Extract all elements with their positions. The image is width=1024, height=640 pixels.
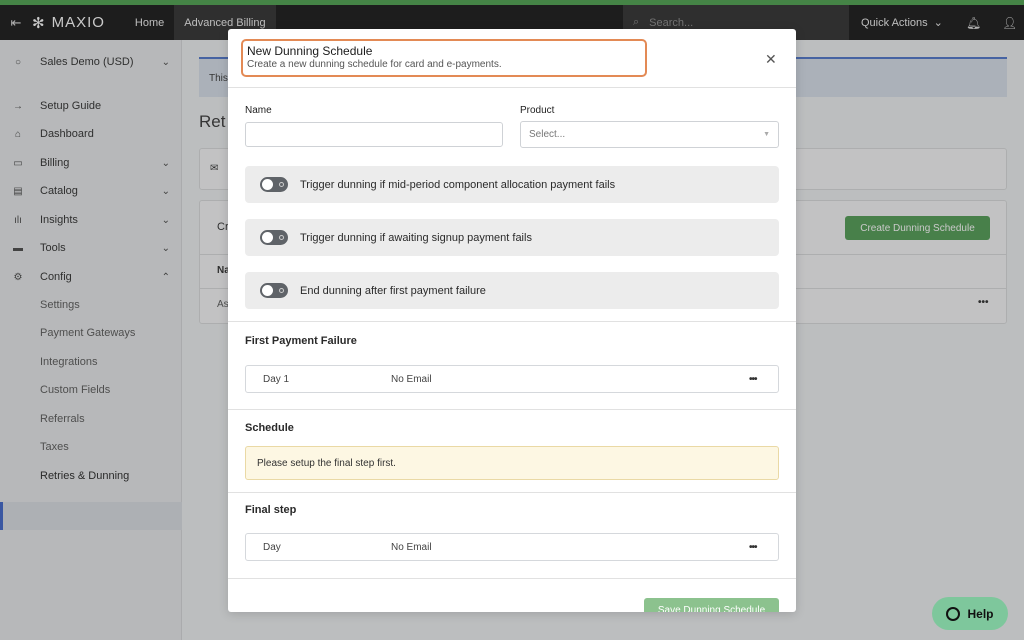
toggle-knob — [262, 285, 273, 296]
modal-title: New Dunning Schedule — [247, 44, 373, 58]
step-email: No Email — [391, 541, 432, 553]
divider — [228, 492, 796, 493]
toggle-off-indicator — [279, 182, 284, 187]
help-button[interactable]: Help — [932, 597, 1008, 630]
divider — [228, 321, 796, 322]
toggle-knob — [262, 179, 273, 190]
divider — [228, 409, 796, 410]
toggle-row-awaiting-signup: Trigger dunning if awaiting signup payme… — [245, 219, 779, 256]
toggle-label: End dunning after first payment failure — [300, 284, 486, 297]
product-select-placeholder: Select... — [529, 129, 566, 140]
schedule-warning: Please setup the final step first. — [245, 446, 779, 480]
new-dunning-schedule-modal: New Dunning Schedule Create a new dunnin… — [228, 29, 796, 612]
chat-bubble-icon — [946, 606, 961, 621]
name-input[interactable] — [245, 122, 503, 147]
schedule-heading: Schedule — [245, 422, 294, 434]
step-day: Day 1 — [263, 373, 290, 385]
save-dunning-schedule-button[interactable]: Save Dunning Schedule — [644, 598, 779, 612]
step-email: No Email — [391, 373, 432, 385]
toggle-switch[interactable] — [260, 230, 288, 245]
close-icon[interactable]: ✕ — [765, 51, 777, 68]
help-label: Help — [967, 606, 994, 621]
toggle-off-indicator — [279, 235, 284, 240]
toggle-off-indicator — [279, 288, 284, 293]
final-step-heading: Final step — [245, 504, 297, 516]
modal-header: New Dunning Schedule Create a new dunnin… — [228, 29, 796, 88]
toggle-row-end-after-first: End dunning after first payment failure — [245, 272, 779, 309]
first-failure-step-row[interactable]: Day 1 No Email ••• — [245, 365, 779, 393]
toggle-label: Trigger dunning if awaiting signup payme… — [300, 231, 532, 244]
final-step-row[interactable]: Day No Email ••• — [245, 533, 779, 561]
modal-subtitle: Create a new dunning schedule for card a… — [247, 59, 502, 70]
toggle-row-mid-period: Trigger dunning if mid-period component … — [245, 166, 779, 203]
product-select[interactable]: Select... ▼ — [520, 121, 779, 148]
divider — [228, 578, 796, 579]
toggle-switch[interactable] — [260, 283, 288, 298]
more-options-icon[interactable]: ••• — [749, 374, 757, 385]
modal-title-highlight: New Dunning Schedule Create a new dunnin… — [241, 39, 647, 77]
name-label: Name — [245, 105, 272, 116]
caret-down-icon: ▼ — [763, 131, 770, 138]
more-options-icon[interactable]: ••• — [749, 542, 757, 553]
toggle-label: Trigger dunning if mid-period component … — [300, 178, 616, 191]
product-label: Product — [520, 105, 555, 116]
toggle-switch[interactable] — [260, 177, 288, 192]
step-day: Day — [263, 541, 281, 553]
first-payment-failure-heading: First Payment Failure — [245, 335, 357, 347]
toggle-knob — [262, 232, 273, 243]
